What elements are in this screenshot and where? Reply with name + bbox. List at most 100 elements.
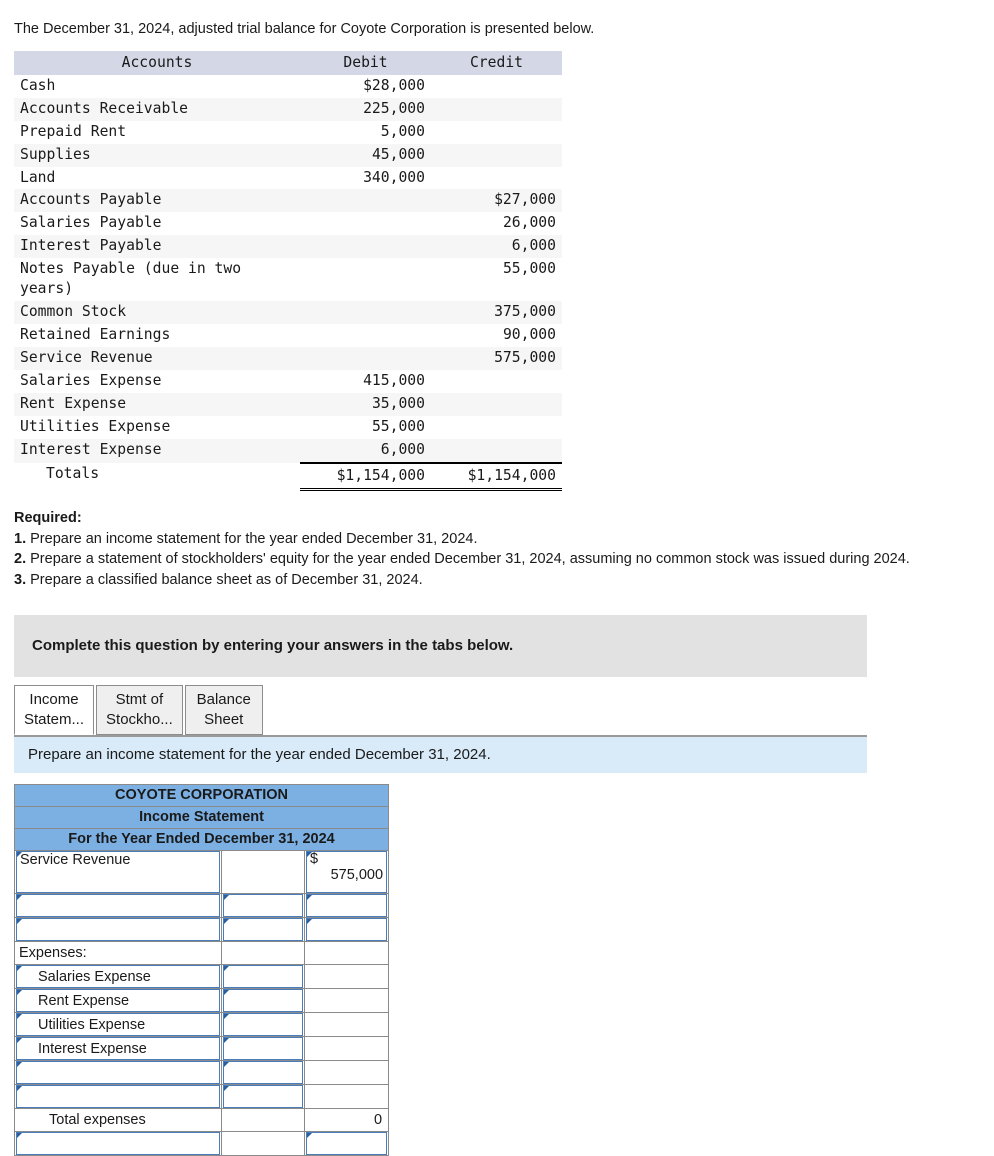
- is-cell-col2[interactable]: [221, 964, 305, 990]
- required-item: 1. Prepare an income statement for the y…: [14, 530, 478, 547]
- is-cell-col1[interactable]: Service Revenue: [14, 850, 222, 895]
- tb-debit-value: [300, 258, 431, 301]
- trial-balance-row: Utilities Expense 55,000: [14, 416, 562, 440]
- is-label-input[interactable]: Salaries Expense: [16, 965, 220, 989]
- tb-debit-value: [300, 324, 431, 347]
- tb-account-name: Cash: [20, 76, 56, 94]
- is-cell-col2[interactable]: [221, 1036, 305, 1062]
- is-cell-col2[interactable]: [221, 1060, 305, 1086]
- is-amount-input-col3[interactable]: [306, 1132, 388, 1156]
- tb-credit-value: $27,000: [494, 191, 556, 209]
- tb-debit-value: [300, 347, 431, 370]
- is-label-input[interactable]: [16, 1061, 220, 1085]
- is-label-value: Salaries Expense: [38, 968, 151, 985]
- is-amount-input-col2[interactable]: [223, 1061, 303, 1085]
- is-cell-col1[interactable]: Rent Expense: [14, 988, 222, 1014]
- is-label-input[interactable]: Interest Expense: [16, 1037, 220, 1061]
- trial-balance-row: Rent Expense 35,000: [14, 393, 562, 417]
- is-amount-input-col3[interactable]: [306, 918, 388, 942]
- is-label-value: Rent Expense: [38, 992, 130, 1009]
- tb-debit-value: [300, 212, 431, 235]
- tb-credit-value: 6,000: [511, 237, 556, 255]
- is-cell-col1[interactable]: [14, 1060, 222, 1086]
- tb-account-name: Salaries Expense: [20, 372, 162, 390]
- is-cell-col2[interactable]: [221, 917, 305, 943]
- is-amount-input-col2[interactable]: [223, 965, 303, 989]
- is-cell-col1[interactable]: [14, 1131, 222, 1156]
- is-row: Rent Expense: [14, 988, 390, 1014]
- is-amount-input-col2[interactable]: [223, 1085, 303, 1109]
- trial-balance-body: Cash $28,000 Accounts Receivable 225,000 Pre…: [14, 74, 562, 492]
- is-cell-col1: Expenses:: [14, 941, 222, 966]
- tb-debit-value: 340,000: [363, 168, 425, 186]
- is-label-input[interactable]: [16, 1085, 220, 1109]
- is-cell-col2[interactable]: [221, 988, 305, 1014]
- is-label-input[interactable]: Rent Expense: [16, 989, 220, 1013]
- is-title-line: For the Year Ended December 31, 2024: [13, 828, 390, 852]
- is-cell-col3[interactable]: [303, 893, 390, 919]
- tb-credit-value: [431, 121, 562, 144]
- tab-income-statement[interactable]: Income Statem...: [14, 684, 95, 736]
- income-statement-table: COYOTE CORPORATION Income Statement For th…: [13, 784, 390, 1156]
- tb-credit-value: [431, 416, 562, 439]
- tab-stmt-of-stockholders-equity[interactable]: Stmt of Stockho...: [96, 684, 183, 736]
- tb-account-name: Land: [20, 168, 56, 186]
- is-cell-col2[interactable]: [221, 1084, 305, 1110]
- is-amount-input-col2[interactable]: [223, 989, 303, 1013]
- tb-account-name: Notes Payable (due in two years): [20, 260, 242, 298]
- is-row: Salaries Expense: [14, 964, 390, 990]
- is-cell-col3[interactable]: $575,000: [303, 850, 390, 895]
- is-cell-col1[interactable]: [14, 1084, 222, 1110]
- is-amount-value: 575,000: [330, 866, 384, 883]
- tb-credit-value: [431, 75, 562, 98]
- trial-balance-row: Salaries Payable 26,000: [14, 212, 562, 236]
- trial-balance-row: Interest Payable 6,000: [14, 235, 562, 259]
- is-amount-input-col2[interactable]: [223, 1013, 303, 1037]
- trial-balance-row: Common Stock 375,000: [14, 301, 562, 325]
- is-cell-col1[interactable]: Interest Expense: [14, 1036, 222, 1062]
- is-cell-col3[interactable]: [303, 1131, 390, 1156]
- is-label-input[interactable]: [16, 894, 220, 918]
- answer-tabs[interactable]: Income Statem... Stmt of Stockho... Balanc…: [14, 684, 994, 736]
- is-currency-symbol: $: [310, 851, 319, 868]
- trial-balance-container: Accounts Debit Credit Cash $28,000 Account…: [0, 40, 994, 492]
- is-cell-col2[interactable]: [221, 1012, 305, 1038]
- col-header-debit: Debit: [300, 50, 431, 75]
- tb-credit-value: [431, 439, 562, 463]
- is-amount-input-col2[interactable]: [223, 894, 303, 918]
- is-cell-col2[interactable]: [221, 893, 305, 919]
- is-amount-input-col2[interactable]: [223, 1037, 303, 1061]
- is-amount-input-col2[interactable]: [223, 918, 303, 942]
- is-cell-col1[interactable]: Utilities Expense: [14, 1012, 222, 1038]
- is-row: Service Revenue $575,000: [14, 850, 390, 895]
- tb-account-name: Rent Expense: [20, 395, 127, 413]
- is-label-input[interactable]: [16, 1132, 220, 1156]
- is-label-input[interactable]: Utilities Expense: [16, 1013, 220, 1037]
- tb-debit-value: $28,000: [363, 76, 425, 94]
- is-label-input[interactable]: Service Revenue: [16, 851, 220, 894]
- trial-balance-row: Prepaid Rent 5,000: [14, 120, 562, 144]
- trial-balance-row: Service Revenue 575,000: [14, 347, 562, 371]
- is-row: [14, 1131, 390, 1156]
- tb-debit-value: 415,000: [363, 372, 425, 390]
- trial-balance-row: Accounts Receivable 225,000: [14, 97, 562, 121]
- trial-balance-table: Accounts Debit Credit Cash $28,000 Account…: [14, 50, 562, 492]
- tb-debit-value: 5,000: [380, 122, 425, 140]
- trial-balance-totals-row: Totals $1,154,000 $1,154,000: [14, 462, 562, 492]
- is-amount-input-col3[interactable]: $575,000: [306, 851, 388, 894]
- is-cell-col3[interactable]: [303, 917, 390, 943]
- col-header-accounts: Accounts: [14, 50, 300, 75]
- is-label-input[interactable]: [16, 918, 220, 942]
- tb-credit-value: [431, 98, 562, 121]
- tb-debit-value: 35,000: [371, 395, 425, 413]
- is-cell-col1[interactable]: [14, 917, 222, 943]
- complete-question-banner: Complete this question by entering your …: [14, 614, 867, 677]
- col-header-credit: Credit: [431, 50, 562, 75]
- tab-balance-sheet[interactable]: Balance Sheet: [184, 684, 263, 736]
- is-cell-col1[interactable]: Salaries Expense: [14, 964, 222, 990]
- is-amount-input-col3[interactable]: [306, 894, 388, 918]
- is-cell-col3: [303, 964, 390, 990]
- is-label-value: Interest Expense: [38, 1040, 147, 1057]
- required-heading: Required:: [14, 510, 82, 527]
- is-cell-col1[interactable]: [14, 893, 222, 919]
